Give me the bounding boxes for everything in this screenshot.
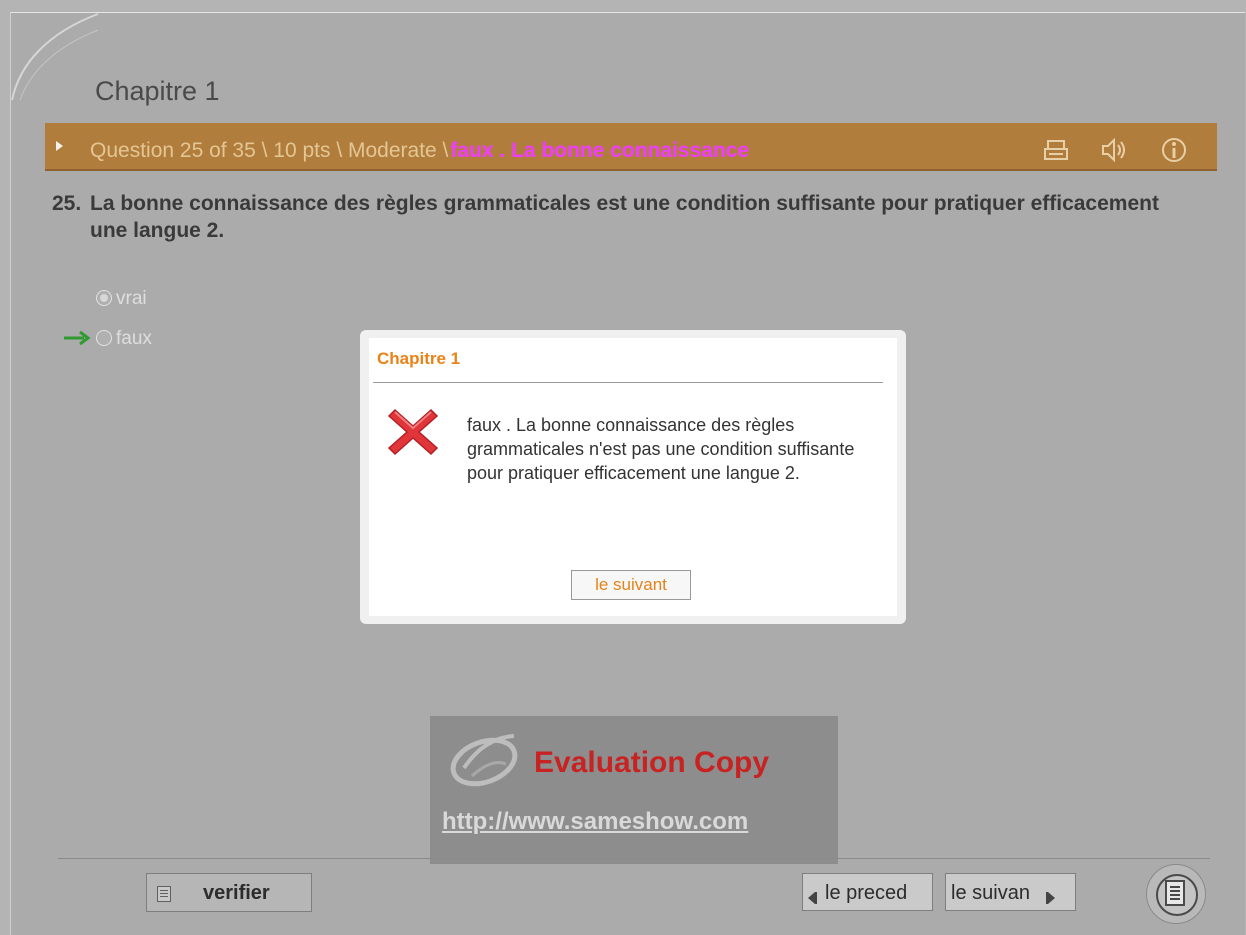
previous-label: le preced <box>825 882 908 904</box>
previous-button[interactable]: le preced <box>802 873 933 911</box>
option-label: vrai <box>116 288 147 309</box>
next-arrow-icon <box>1046 887 1055 910</box>
question-text: 25. La bonne connaissance des règles gra… <box>52 190 1202 244</box>
footer-divider <box>58 858 1210 859</box>
feedback-label: faux . La bonne connaissance <box>450 139 750 162</box>
notes-icon <box>1165 880 1185 906</box>
option-faux[interactable]: faux <box>96 328 152 350</box>
radio-selected[interactable] <box>96 290 112 306</box>
sound-icon[interactable] <box>1097 135 1131 165</box>
verify-label: verifier <box>203 882 270 904</box>
error-x-icon <box>387 408 439 456</box>
next-label: le suivan <box>951 882 1030 904</box>
previous-arrow-icon <box>808 887 817 910</box>
radio-unselected[interactable] <box>96 330 112 346</box>
notes-button[interactable] <box>1146 864 1206 924</box>
watermark-link[interactable]: http://www.sameshow.com <box>442 808 748 836</box>
chapter-title: Chapitre 1 <box>95 76 220 106</box>
option-vrai[interactable]: vrai <box>96 288 147 310</box>
question-meta: Question 25 of 35 \ 10 pts \ Moderate \ <box>90 139 449 162</box>
print-icon[interactable] <box>1040 135 1074 165</box>
feedback-dialog: Chapitre 1 faux . La bonne connaissance … <box>360 330 906 624</box>
page-curl-decoration <box>11 13 99 101</box>
info-icon[interactable] <box>1158 135 1192 165</box>
option-label: faux <box>116 328 152 349</box>
dialog-next-button[interactable]: le suivant <box>571 570 691 600</box>
document-icon <box>157 886 171 902</box>
watermark-title: Evaluation Copy <box>534 746 770 779</box>
correct-answer-arrow-icon <box>64 330 91 346</box>
question-body: La bonne connaissance des règles grammat… <box>90 192 1159 242</box>
question-number: 25. <box>52 192 82 215</box>
next-button[interactable]: le suivan <box>945 873 1076 911</box>
divider <box>373 382 883 383</box>
question-info: Question 25 of 35 \ 10 pts \ Moderate \f… <box>90 139 749 163</box>
dialog-message: faux . La bonne connaissance des règles … <box>467 415 855 483</box>
bullet-icon <box>56 141 63 151</box>
dialog-title: Chapitre 1 <box>377 349 461 368</box>
verify-button[interactable]: verifier <box>146 873 312 912</box>
feedback-dialog-body: Chapitre 1 faux . La bonne connaissance … <box>369 338 897 616</box>
evaluation-watermark: Evaluation Copy http://www.sameshow.com <box>430 716 838 864</box>
sameshow-logo-icon <box>450 734 518 787</box>
